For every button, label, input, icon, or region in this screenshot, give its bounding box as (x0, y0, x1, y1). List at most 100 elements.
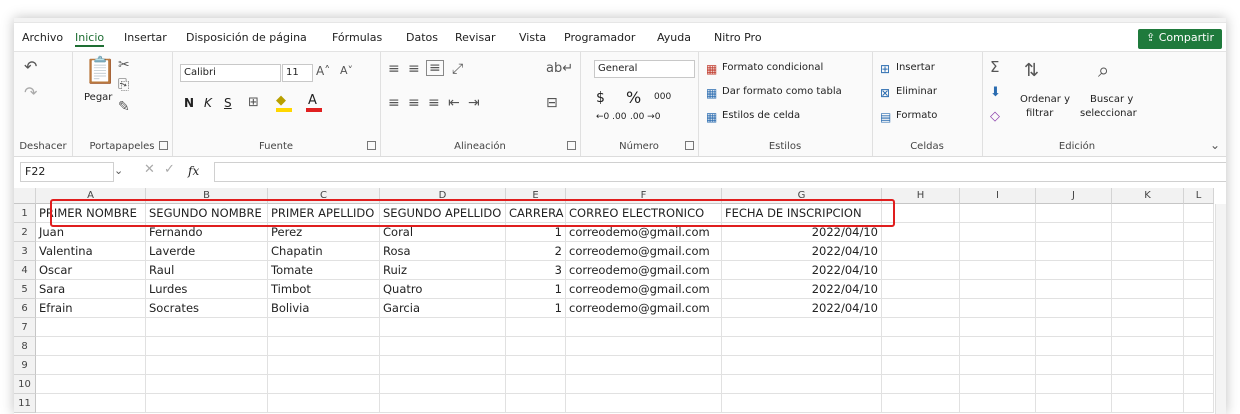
column-header-j[interactable]: J (1036, 188, 1112, 204)
cell[interactable]: Coral (380, 223, 506, 242)
cell[interactable] (146, 394, 268, 413)
currency-button[interactable]: $ (596, 90, 605, 106)
select-all-corner[interactable] (14, 188, 36, 204)
header-cell[interactable]: CORREO ELECTRONICO (566, 204, 722, 223)
align-top-icon[interactable]: ≡ (388, 62, 400, 76)
number-format-select[interactable]: General (594, 60, 695, 78)
font-size-select[interactable]: 11 (282, 64, 313, 82)
align-right-icon[interactable]: ≡ (428, 96, 440, 110)
cell[interactable] (1036, 280, 1112, 299)
header-cell[interactable]: SEGUNDO APELLIDO (380, 204, 506, 223)
cell[interactable] (960, 375, 1036, 394)
column-header-b[interactable]: B (146, 188, 268, 204)
cell[interactable]: Raul (146, 261, 268, 280)
cell[interactable] (1112, 299, 1184, 318)
cell[interactable] (882, 337, 960, 356)
cell[interactable]: 2022/04/10 (722, 261, 882, 280)
conditional-format-button[interactable]: Formato condicional (722, 62, 823, 73)
cell[interactable] (1036, 394, 1112, 413)
cell[interactable] (1112, 280, 1184, 299)
cell[interactable] (1112, 261, 1184, 280)
row-header-7[interactable]: 7 (14, 318, 36, 337)
tab-inicio[interactable]: Inicio (75, 31, 105, 47)
row-header-10[interactable]: 10 (14, 375, 36, 394)
find-select-icon[interactable]: ⌕ (1098, 60, 1109, 80)
autosum-icon[interactable]: Σ (990, 60, 999, 75)
cell[interactable]: 2 (506, 242, 566, 261)
cell[interactable] (36, 375, 146, 394)
cell[interactable] (1112, 375, 1184, 394)
cell[interactable] (506, 356, 566, 375)
cell[interactable] (1184, 261, 1214, 280)
underline-button[interactable]: S (224, 96, 232, 110)
number-launcher[interactable] (685, 141, 694, 150)
cell[interactable]: Timbot (268, 280, 380, 299)
cell[interactable] (1112, 242, 1184, 261)
header-cell[interactable]: PRIMER APELLIDO (268, 204, 380, 223)
orientation-icon[interactable]: ⤢ (452, 62, 463, 76)
cell[interactable]: Quatro (380, 280, 506, 299)
column-header-h[interactable]: H (882, 188, 960, 204)
sort-filter-label-1[interactable]: Ordenar y (1020, 94, 1070, 105)
enter-icon[interactable]: ✓ (164, 163, 175, 177)
cell[interactable] (960, 223, 1036, 242)
cell[interactable] (882, 223, 960, 242)
cell[interactable]: 1 (506, 223, 566, 242)
cell[interactable] (1036, 299, 1112, 318)
decrease-decimal-button[interactable]: .00 →0 (630, 112, 660, 122)
cell[interactable] (960, 356, 1036, 375)
cell[interactable] (1036, 318, 1112, 337)
cell[interactable] (722, 375, 882, 394)
header-cell[interactable]: FECHA DE INSCRIPCION (722, 204, 882, 223)
increase-indent-icon[interactable]: ⇥ (468, 96, 480, 110)
cell[interactable] (506, 394, 566, 413)
cell[interactable] (146, 375, 268, 394)
cell[interactable] (1036, 337, 1112, 356)
sort-filter-label-2[interactable]: filtrar (1026, 108, 1053, 119)
copy-icon[interactable]: ⎘ (118, 78, 129, 92)
column-header-g[interactable]: G (722, 188, 882, 204)
cell[interactable] (268, 375, 380, 394)
cell[interactable] (960, 337, 1036, 356)
insert-cells-button[interactable]: Insertar (896, 62, 935, 73)
cell[interactable] (1112, 318, 1184, 337)
tab-vista[interactable]: Vista (519, 31, 546, 44)
cell[interactable]: 1 (506, 299, 566, 318)
clipboard-launcher[interactable] (159, 141, 168, 150)
cell[interactable]: Tomate (268, 261, 380, 280)
cell[interactable] (1112, 223, 1184, 242)
cell[interactable]: 2022/04/10 (722, 299, 882, 318)
cell[interactable] (506, 337, 566, 356)
font-launcher[interactable] (367, 141, 376, 150)
cell[interactable] (506, 375, 566, 394)
cell[interactable] (380, 375, 506, 394)
cell[interactable] (960, 394, 1036, 413)
name-box-dropdown-icon[interactable]: ⌄ (114, 164, 123, 178)
cell[interactable]: 3 (506, 261, 566, 280)
cell[interactable] (268, 356, 380, 375)
align-center-icon[interactable]: ≡ (408, 96, 420, 110)
alignment-launcher[interactable] (567, 141, 576, 150)
cell[interactable] (566, 356, 722, 375)
cell[interactable] (1184, 337, 1214, 356)
cell[interactable]: Bolivia (268, 299, 380, 318)
cell[interactable]: Juan (36, 223, 146, 242)
collapse-ribbon-icon[interactable]: ⌄ (1210, 138, 1220, 152)
redo-icon[interactable]: ↷ (24, 85, 37, 101)
row-header-1[interactable]: 1 (14, 204, 36, 223)
cell[interactable] (566, 337, 722, 356)
cell[interactable] (1184, 204, 1214, 223)
cell[interactable] (1036, 261, 1112, 280)
cell[interactable] (506, 318, 566, 337)
tab-archivo[interactable]: Archivo (22, 31, 63, 44)
align-bottom-icon[interactable]: ≡ (426, 60, 444, 76)
column-header-a[interactable]: A (36, 188, 146, 204)
cell[interactable] (146, 337, 268, 356)
cell[interactable]: 1 (506, 280, 566, 299)
cell[interactable] (268, 394, 380, 413)
cell[interactable] (722, 337, 882, 356)
column-header-d[interactable]: D (380, 188, 506, 204)
paste-label[interactable]: Pegar (84, 92, 112, 103)
cell[interactable]: Fernando (146, 223, 268, 242)
cell-styles-button[interactable]: Estilos de celda (722, 110, 800, 121)
